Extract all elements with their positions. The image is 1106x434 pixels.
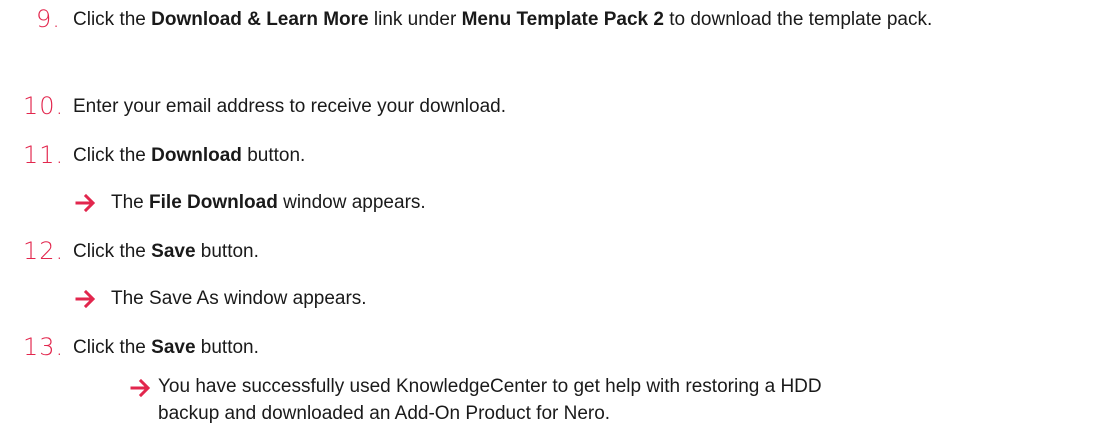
- result-text: The File Download window appears.: [111, 188, 426, 218]
- right-arrow-icon: [75, 193, 96, 213]
- text-run: link under: [368, 9, 462, 30]
- step-number: 9.: [36, 5, 61, 33]
- bold-button-name: Save: [151, 337, 196, 358]
- text-run: button.: [195, 241, 259, 262]
- text-run: Click the: [73, 337, 152, 358]
- step-number: 11.: [23, 141, 65, 169]
- instruction-document: 9. Click the Download & Learn More link …: [0, 0, 1106, 434]
- step-text: Click the Download button.: [73, 141, 305, 171]
- text-run: The: [111, 192, 150, 213]
- step-text: Click the Download & Learn More link und…: [73, 5, 1093, 35]
- bold-button-name: Save: [151, 241, 196, 262]
- result-text: The Save As window appears.: [111, 288, 367, 309]
- right-arrow-icon: [130, 378, 151, 398]
- text-run: Click the: [73, 241, 152, 262]
- bold-window-name: File Download: [149, 192, 278, 213]
- result-success: You have successfully used KnowledgeCent…: [130, 373, 822, 427]
- text-run: button.: [241, 145, 306, 166]
- text-run: to download the template pack.: [663, 9, 933, 30]
- bold-pack-name: Menu Template Pack 2: [461, 9, 664, 30]
- step-11: 11. Click the Download button.: [23, 141, 305, 171]
- step-12: 12. Click the Save button.: [23, 237, 259, 267]
- result-file-download: The File Download window appears.: [75, 188, 426, 218]
- step-13: 13. Click the Save button.: [23, 333, 259, 363]
- text-run: button.: [195, 337, 259, 358]
- result-save-as: The Save As window appears.: [75, 284, 367, 314]
- bold-button-name: Download: [151, 145, 242, 166]
- right-arrow-icon: [75, 289, 96, 309]
- step-9: 9. Click the Download & Learn More link …: [36, 5, 1096, 35]
- step-number: 12.: [23, 237, 65, 265]
- step-text: Enter your email address to receive your…: [73, 96, 507, 117]
- result-line: You have successfully used KnowledgeCent…: [158, 376, 822, 397]
- result-text: You have successfully used KnowledgeCent…: [158, 373, 822, 427]
- step-text: Click the Save button.: [73, 333, 259, 363]
- text-run: window appears.: [277, 192, 426, 213]
- text-run: Click the: [73, 145, 152, 166]
- bold-link-name: Download & Learn More: [151, 9, 369, 30]
- step-number: 13.: [23, 333, 65, 361]
- result-line: backup and downloaded an Add-On Product …: [158, 403, 611, 424]
- text-run: Click the: [73, 9, 152, 30]
- step-10: 10. Enter your email address to receive …: [23, 92, 506, 122]
- step-text: Click the Save button.: [73, 237, 259, 267]
- step-number: 10.: [23, 92, 65, 120]
